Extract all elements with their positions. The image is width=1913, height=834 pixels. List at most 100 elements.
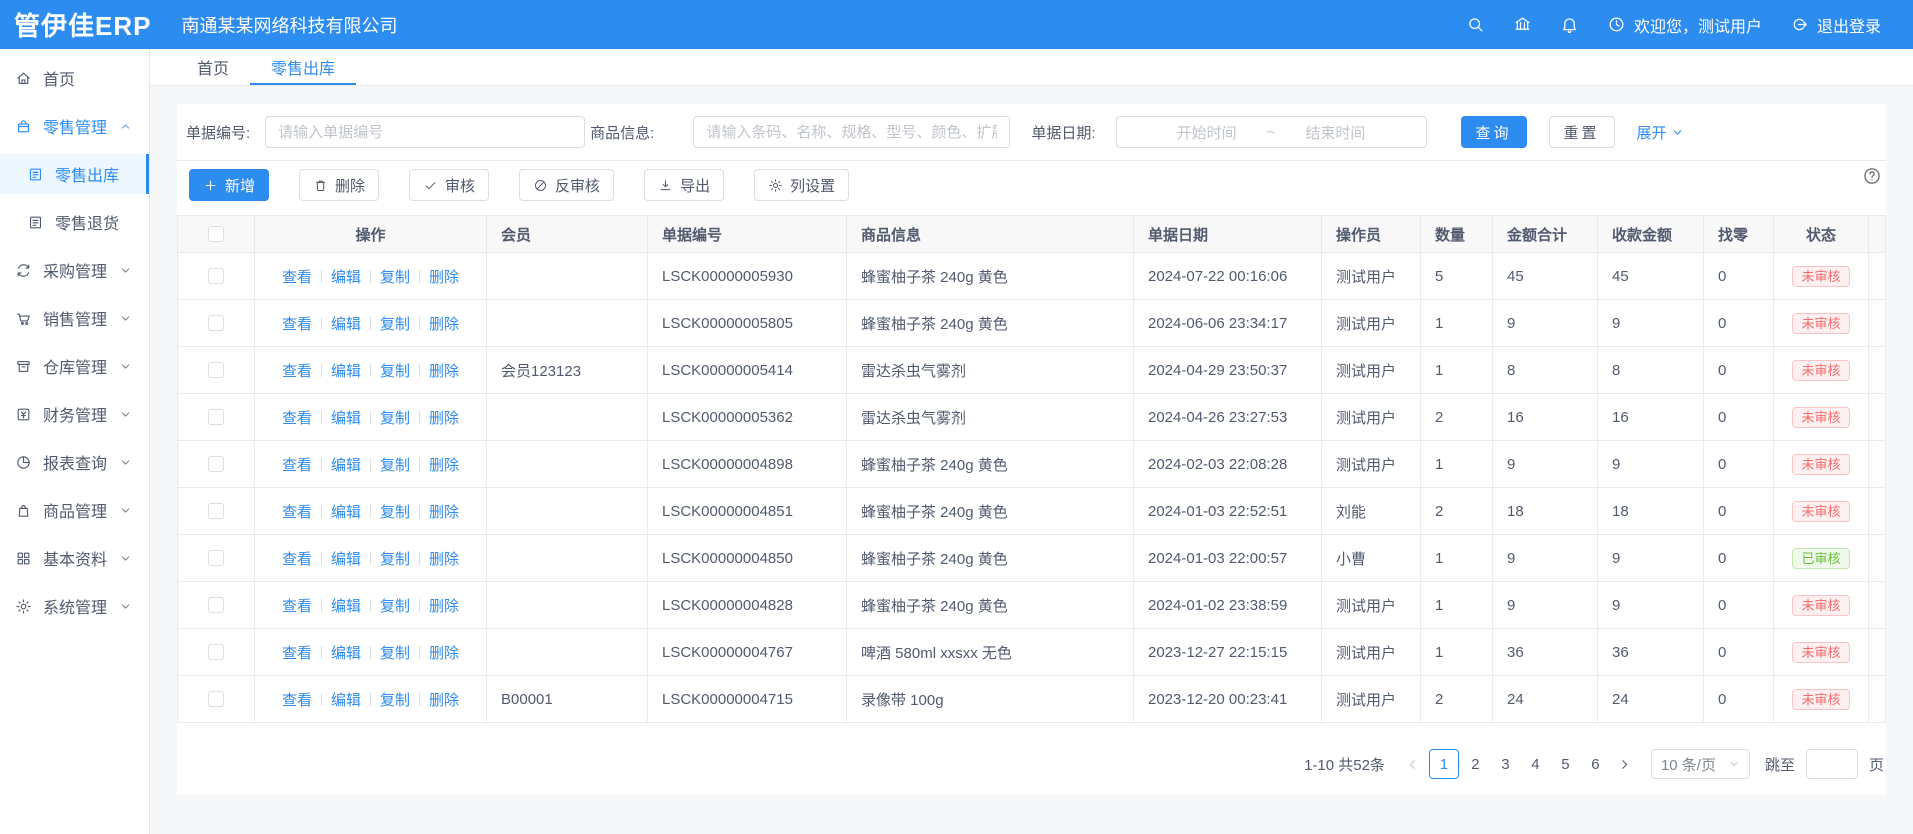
next-page-button[interactable] (1612, 749, 1638, 779)
sidebar-item-system-mgmt[interactable]: 系统管理 (0, 586, 149, 626)
copy-link[interactable]: 复制 (380, 266, 410, 287)
view-link[interactable]: 查看 (282, 360, 312, 381)
search-button[interactable]: 查询 (1461, 116, 1527, 148)
view-link[interactable]: 查看 (282, 642, 312, 663)
page-1[interactable]: 1 (1429, 749, 1459, 779)
page-3[interactable]: 3 (1492, 749, 1519, 779)
sidebar-item-warehouse-mgmt[interactable]: 仓库管理 (0, 346, 149, 386)
edit-link[interactable]: 编辑 (331, 548, 361, 569)
view-link[interactable]: 查看 (282, 313, 312, 334)
row-checkbox[interactable] (208, 597, 224, 613)
copy-link[interactable]: 复制 (380, 689, 410, 710)
copy-link[interactable]: 复制 (380, 501, 410, 522)
edit-link[interactable]: 编辑 (331, 313, 361, 334)
date-range-input[interactable]: 开始时间 ~ 结束时间 (1116, 116, 1427, 148)
reset-button[interactable]: 重置 (1549, 116, 1615, 148)
view-link[interactable]: 查看 (282, 454, 312, 475)
bank-icon[interactable] (1513, 15, 1532, 34)
product-info-input[interactable] (693, 116, 1010, 148)
select-all-checkbox[interactable] (208, 226, 224, 242)
edit-link[interactable]: 编辑 (331, 454, 361, 475)
sidebar-item-retail-outbound[interactable]: 零售出库 (0, 154, 149, 194)
view-link[interactable]: 查看 (282, 548, 312, 569)
copy-link[interactable]: 复制 (380, 407, 410, 428)
edit-link[interactable]: 编辑 (331, 360, 361, 381)
page-5[interactable]: 5 (1552, 749, 1579, 779)
edit-link[interactable]: 编辑 (331, 595, 361, 616)
view-link[interactable]: 查看 (282, 407, 312, 428)
copy-link[interactable]: 复制 (380, 360, 410, 381)
delete-link[interactable]: 删除 (429, 360, 459, 381)
welcome-user[interactable]: 欢迎您，测试用户 (1607, 13, 1762, 37)
row-checkbox[interactable] (208, 691, 224, 707)
qty-cell: 1 (1421, 535, 1493, 582)
copy-link[interactable]: 复制 (380, 454, 410, 475)
sidebar-item-sales-mgmt[interactable]: 销售管理 (0, 298, 149, 338)
view-link[interactable]: 查看 (282, 689, 312, 710)
expand-link[interactable]: 展开 (1637, 122, 1684, 143)
sidebar-item-home[interactable]: 首页 (0, 58, 149, 98)
copy-link[interactable]: 复制 (380, 313, 410, 334)
copy-link[interactable]: 复制 (380, 548, 410, 569)
tab-retail-outbound[interactable]: 零售出库 (250, 49, 356, 85)
edit-link[interactable]: 编辑 (331, 642, 361, 663)
sidebar-item-product-mgmt[interactable]: 商品管理 (0, 490, 149, 530)
edit-link[interactable]: 编辑 (331, 689, 361, 710)
delete-link[interactable]: 删除 (429, 595, 459, 616)
page-6[interactable]: 6 (1582, 749, 1609, 779)
sidebar-item-basic-data[interactable]: 基本资料 (0, 538, 149, 578)
view-link[interactable]: 查看 (282, 501, 312, 522)
delete-link[interactable]: 删除 (429, 689, 459, 710)
delete-link[interactable]: 删除 (429, 407, 459, 428)
copy-link[interactable]: 复制 (380, 595, 410, 616)
column-settings-button[interactable]: 列设置 (754, 169, 849, 201)
delete-link[interactable]: 删除 (429, 501, 459, 522)
export-button[interactable]: 导出 (644, 169, 724, 201)
delete-link[interactable]: 删除 (429, 266, 459, 287)
order-no-input[interactable] (265, 116, 585, 148)
logout-button[interactable]: 退出登录 (1790, 13, 1881, 37)
prev-page-button[interactable] (1400, 749, 1426, 779)
edit-link[interactable]: 编辑 (331, 501, 361, 522)
add-button[interactable]: 新增 (189, 169, 269, 201)
unaudit-button[interactable]: 反审核 (519, 169, 614, 201)
date-cell: 2024-01-02 23:38:59 (1134, 582, 1322, 629)
logout-text: 退出登录 (1817, 13, 1881, 37)
sidebar-item-finance-mgmt[interactable]: 财务管理 (0, 394, 149, 434)
delete-link[interactable]: 删除 (429, 313, 459, 334)
copy-link[interactable]: 复制 (380, 642, 410, 663)
row-checkbox[interactable] (208, 409, 224, 425)
row-checkbox[interactable] (208, 550, 224, 566)
row-checkbox[interactable] (208, 644, 224, 660)
sidebar-item-purchase-mgmt[interactable]: 采购管理 (0, 250, 149, 290)
delete-link[interactable]: 删除 (429, 454, 459, 475)
help-icon[interactable] (1862, 166, 1882, 186)
sidebar-item-report-query[interactable]: 报表查询 (0, 442, 149, 482)
page-2[interactable]: 2 (1462, 749, 1489, 779)
edit-link[interactable]: 编辑 (331, 266, 361, 287)
row-checkbox[interactable] (208, 362, 224, 378)
row-checkbox[interactable] (208, 268, 224, 284)
delete-link[interactable]: 删除 (429, 548, 459, 569)
view-link[interactable]: 查看 (282, 595, 312, 616)
sidebar-item-retail-return[interactable]: 零售退货 (0, 202, 149, 242)
page-4[interactable]: 4 (1522, 749, 1549, 779)
view-link[interactable]: 查看 (282, 266, 312, 287)
bell-icon[interactable] (1560, 15, 1579, 34)
page-size-select[interactable]: 10 条/页 (1651, 749, 1750, 779)
edit-link[interactable]: 编辑 (331, 407, 361, 428)
search-icon[interactable] (1466, 15, 1485, 34)
jump-page-input[interactable] (1806, 749, 1858, 779)
delete-button[interactable]: 删除 (299, 169, 379, 201)
divider (370, 693, 371, 706)
member-cell (487, 253, 648, 300)
tab-home[interactable]: 首页 (176, 49, 250, 85)
row-checkbox[interactable] (208, 315, 224, 331)
row-checkbox[interactable] (208, 456, 224, 472)
member-cell (487, 300, 648, 347)
row-checkbox[interactable] (208, 503, 224, 519)
product-cell: 录像带 100g (847, 676, 1134, 723)
sidebar-item-retail-mgmt[interactable]: 零售管理 (0, 106, 149, 146)
delete-link[interactable]: 删除 (429, 642, 459, 663)
audit-button[interactable]: 审核 (409, 169, 489, 201)
